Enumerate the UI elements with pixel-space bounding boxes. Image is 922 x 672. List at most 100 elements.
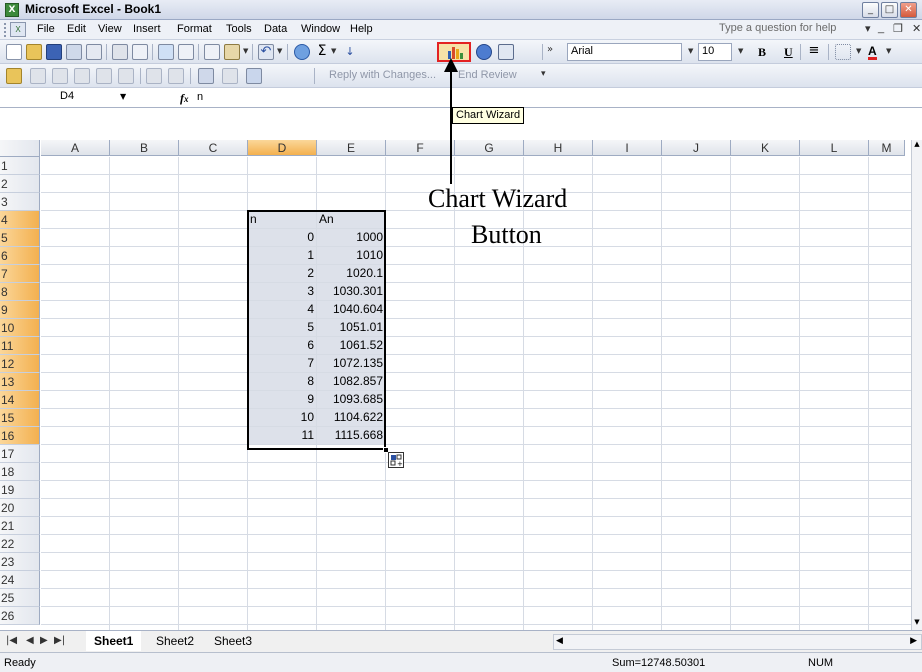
cell-n[interactable]: 9: [248, 391, 316, 408]
row-header-4[interactable]: 4: [0, 211, 40, 229]
insert-function-icon[interactable]: fx: [180, 91, 189, 106]
row-header-21[interactable]: 21: [0, 517, 40, 535]
workbook-icon[interactable]: X: [10, 22, 26, 37]
open-icon[interactable]: [26, 44, 42, 60]
paste-dropdown-icon[interactable]: ▼: [243, 47, 248, 55]
column-header-h[interactable]: H: [524, 140, 593, 156]
align-center-icon[interactable]: ≡: [806, 44, 822, 60]
bold-button[interactable]: B: [758, 45, 766, 60]
row-header-15[interactable]: 15: [0, 409, 40, 427]
menu-window[interactable]: Window: [301, 23, 340, 35]
select-all-corner[interactable]: [0, 140, 40, 157]
header-cell-n[interactable]: n: [248, 211, 316, 228]
tab-sheet1[interactable]: Sheet1: [86, 631, 142, 651]
column-header-e[interactable]: E: [317, 140, 386, 156]
toolbar-gripper[interactable]: [4, 23, 7, 37]
menu-view[interactable]: View: [98, 23, 122, 35]
toolbar-options-icon[interactable]: »: [547, 44, 553, 55]
scroll-up-icon[interactable]: ▲: [912, 140, 922, 152]
previous-sheet-icon[interactable]: ◀: [26, 635, 34, 646]
row-header-24[interactable]: 24: [0, 571, 40, 589]
column-header-j[interactable]: J: [662, 140, 731, 156]
row-header-8[interactable]: 8: [0, 283, 40, 301]
menu-format[interactable]: Format: [177, 23, 212, 35]
tab-sheet3[interactable]: Sheet3: [206, 631, 260, 651]
column-header-i[interactable]: I: [593, 140, 662, 156]
column-header-a[interactable]: A: [41, 140, 110, 156]
cell-n[interactable]: 11: [248, 427, 316, 444]
cell-an[interactable]: 1115.668: [317, 427, 385, 444]
font-color-dropdown-icon[interactable]: ▼: [886, 47, 891, 55]
row-header-18[interactable]: 18: [0, 463, 40, 481]
help-search-input[interactable]: Type a question for help: [717, 22, 862, 38]
mdi-close-icon[interactable]: ✕: [912, 22, 921, 35]
column-header-c[interactable]: C: [179, 140, 248, 156]
column-header-m[interactable]: M: [869, 140, 905, 156]
maximize-button[interactable]: □: [881, 2, 898, 18]
cell-n[interactable]: 0: [248, 229, 316, 246]
spelling-icon[interactable]: [158, 44, 174, 60]
column-header-b[interactable]: B: [110, 140, 179, 156]
save-icon[interactable]: [46, 44, 62, 60]
row-header-16[interactable]: 16: [0, 427, 40, 445]
row-header-19[interactable]: 19: [0, 481, 40, 499]
menu-insert[interactable]: Insert: [133, 23, 161, 35]
row-header-3[interactable]: 3: [0, 193, 40, 211]
reply-with-changes-button[interactable]: Reply with Changes...: [329, 69, 436, 81]
cell-n[interactable]: 5: [248, 319, 316, 336]
copy-icon[interactable]: [204, 44, 220, 60]
column-header-k[interactable]: K: [731, 140, 800, 156]
row-header-22[interactable]: 22: [0, 535, 40, 553]
email-icon[interactable]: [86, 44, 102, 60]
cell-an[interactable]: 1082.857: [317, 373, 385, 390]
row-header-25[interactable]: 25: [0, 589, 40, 607]
permission-icon[interactable]: [66, 44, 82, 60]
menu-help[interactable]: Help: [350, 23, 373, 35]
header-cell-an[interactable]: An: [317, 211, 385, 228]
horizontal-scrollbar[interactable]: ◀ ▶: [553, 634, 922, 650]
cell-an[interactable]: 1072.135: [317, 355, 385, 372]
mdi-minimize-icon[interactable]: _: [878, 22, 884, 34]
row-header-2[interactable]: 2: [0, 175, 40, 193]
font-name-select[interactable]: Arial: [567, 43, 682, 61]
cell-an[interactable]: 1051.01: [317, 319, 385, 336]
menu-file[interactable]: File: [37, 23, 55, 35]
row-header-12[interactable]: 12: [0, 355, 40, 373]
font-name-dropdown-icon[interactable]: ▼: [688, 47, 693, 55]
scroll-down-icon[interactable]: ▼: [912, 618, 922, 630]
column-header-d[interactable]: D: [248, 140, 317, 156]
end-review-button[interactable]: End Review: [458, 69, 517, 81]
help-dropdown-icon[interactable]: ▾: [865, 22, 871, 35]
cell-an[interactable]: 1040.604: [317, 301, 385, 318]
cell-n[interactable]: 8: [248, 373, 316, 390]
row-header-26[interactable]: 26: [0, 607, 40, 625]
new-comment-icon[interactable]: [6, 68, 22, 84]
close-button[interactable]: ✕: [900, 2, 917, 18]
last-sheet-icon[interactable]: ▶|: [54, 635, 65, 646]
undo-dropdown-icon[interactable]: ▼: [277, 47, 282, 55]
research-icon[interactable]: [178, 44, 194, 60]
ink-annotations-icon[interactable]: [146, 68, 162, 84]
row-header-23[interactable]: 23: [0, 553, 40, 571]
cell-an[interactable]: 1030.301: [317, 283, 385, 300]
autosum-dropdown-icon[interactable]: ▼: [331, 47, 336, 55]
print-icon[interactable]: [112, 44, 128, 60]
scroll-right-icon[interactable]: ▶: [910, 636, 917, 646]
send-to-icon[interactable]: [246, 68, 262, 84]
delete-ink-icon[interactable]: [168, 68, 184, 84]
scroll-left-icon[interactable]: ◀: [556, 636, 563, 646]
paste-icon[interactable]: [224, 44, 240, 60]
hyperlink-icon[interactable]: [294, 44, 310, 60]
menu-tools[interactable]: Tools: [226, 23, 252, 35]
cell-an[interactable]: 1093.685: [317, 391, 385, 408]
track-changes-icon[interactable]: [198, 68, 214, 84]
update-file-icon[interactable]: [222, 68, 238, 84]
cell-an[interactable]: 1000: [317, 229, 385, 246]
auto-fill-options-icon[interactable]: +: [388, 452, 404, 468]
print-preview-icon[interactable]: [132, 44, 148, 60]
show-comment-icon[interactable]: [74, 68, 90, 84]
borders-dropdown-icon[interactable]: ▼: [856, 47, 861, 55]
row-header-9[interactable]: 9: [0, 301, 40, 319]
row-header-1[interactable]: 1: [0, 157, 40, 175]
menu-data[interactable]: Data: [264, 23, 287, 35]
